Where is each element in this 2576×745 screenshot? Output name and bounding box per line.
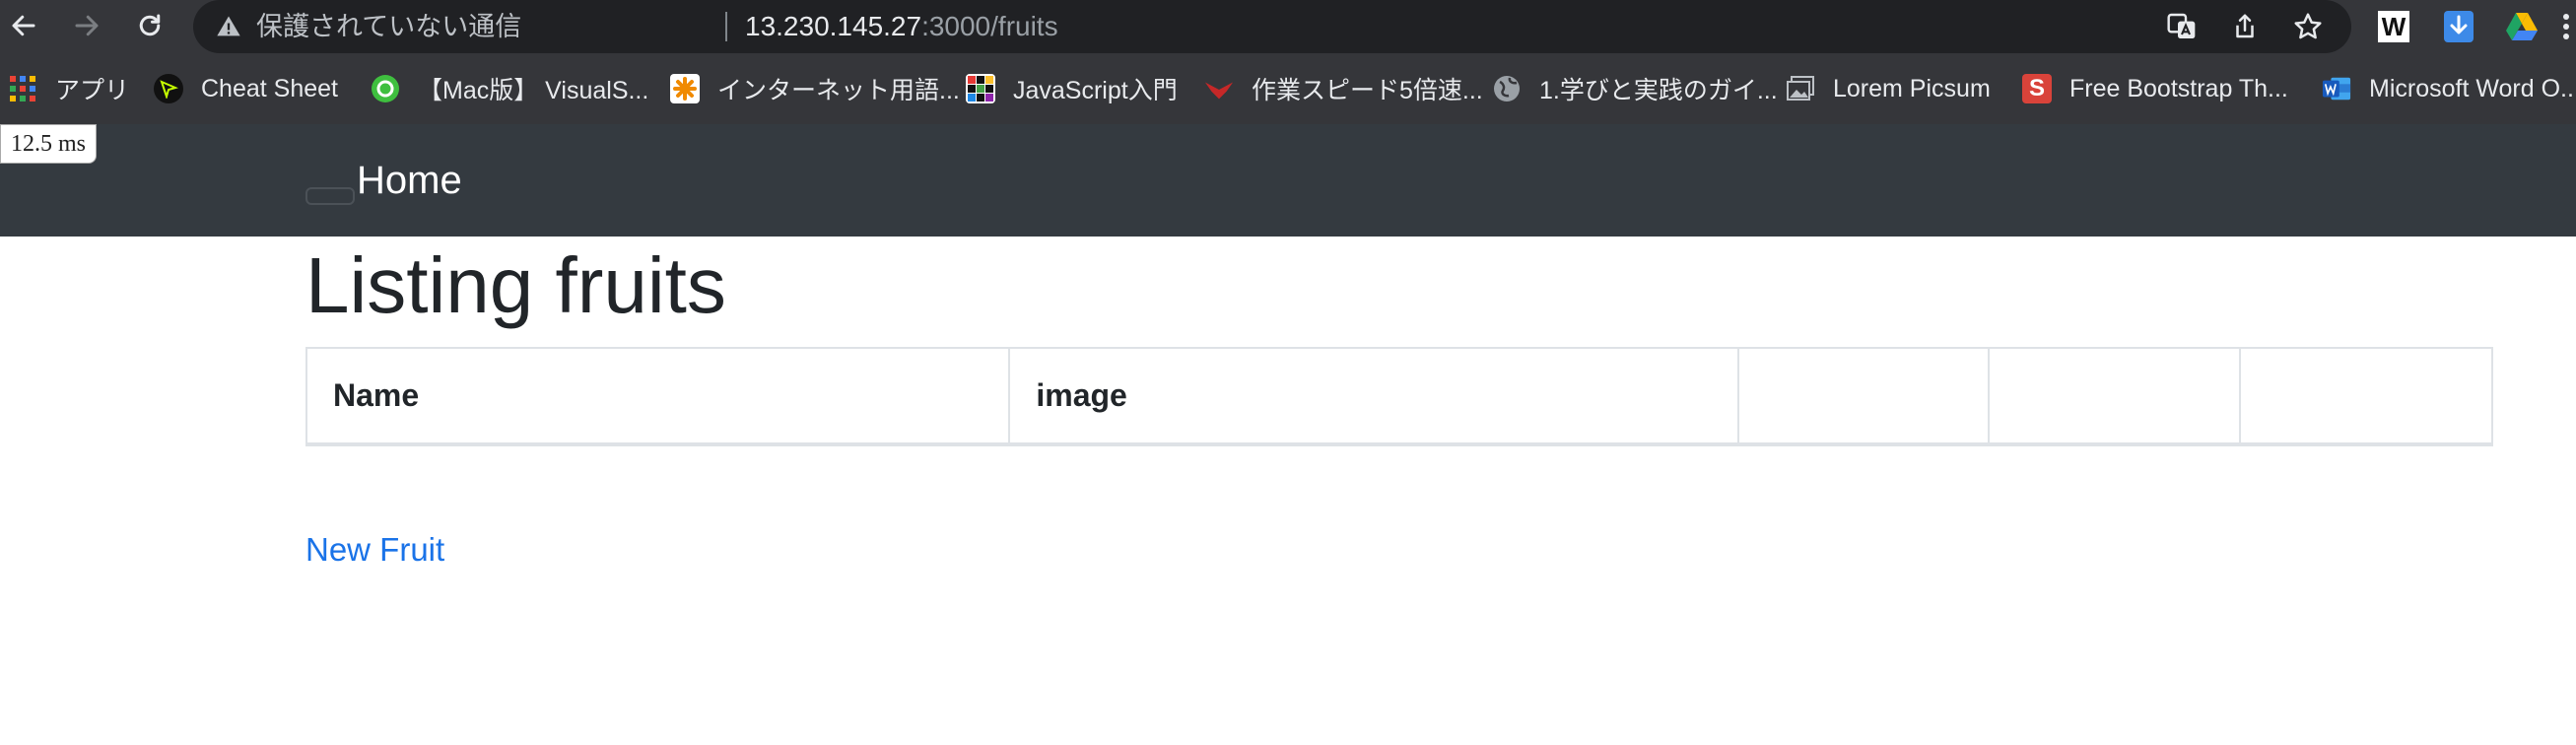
word-icon [2322,74,2351,103]
new-fruit-link[interactable]: New Fruit [305,528,444,572]
bookmark-work-speed[interactable]: 作業スピード5倍速... [1204,53,1483,124]
google-drive-icon [2506,13,2538,40]
arrow-right-icon [75,15,99,36]
extension-drive-button[interactable] [2503,8,2541,45]
bookmark-label: アプリ [55,77,130,104]
security-status: 保護されていない通信 [256,12,522,41]
bookmark-microsoft-word[interactable]: Microsoft Word O... [2322,53,2576,124]
bookmark-star-button[interactable] [2288,7,2328,46]
omnibox-divider [725,12,727,41]
translate-icon [2167,13,2196,38]
page-title: Listing fruits [305,241,726,329]
red-bird-icon [1204,74,1234,103]
bookmark-label: インターネット用語... [717,77,960,104]
address-bar[interactable]: 保護されていない通信 13.230.145.27:3000/fruits [193,0,2351,53]
browser-menu-button[interactable] [2556,8,2576,45]
extension-download-button[interactable] [2440,8,2477,45]
s-logo-icon: S [2022,74,2052,103]
table-header-row: Name image [305,347,2493,446]
download-arrow-icon [2444,11,2474,42]
picture-icon [1786,74,1815,103]
bookmark-apps[interactable]: アプリ [8,53,129,124]
orange-asterisk-icon [670,74,700,103]
bookmark-label: Lorem Picsum [1833,74,1991,102]
column-header-empty [1988,347,2242,446]
column-header-empty [2239,347,2493,446]
warning-icon [217,16,240,36]
pixel-grid-icon [966,74,995,103]
navbar-toggler-button[interactable] [305,187,355,205]
bookmark-label: Microsoft Word O... [2369,74,2576,102]
reload-icon [139,14,161,36]
navbar-brand-home[interactable]: Home [357,124,462,237]
bookmark-cheat-sheet[interactable]: Cheat Sheet [154,53,338,124]
app-navbar: Home [0,124,2576,237]
column-header-image: image [1008,347,1739,446]
bookmark-free-bootstrap[interactable]: S Free Bootstrap Th... [2022,53,2288,124]
arrow-left-icon [12,15,35,36]
column-header-name: Name [305,347,1011,446]
translate-button[interactable] [2162,7,2202,46]
fruits-table: Name image [305,347,2493,446]
apps-grid-icon [8,74,37,103]
request-timer-badge: 12.5 ms [0,124,97,164]
bookmark-visual-studio-mac[interactable]: 【Mac版】 VisualS... [371,53,648,124]
bookmark-label: JavaScript入門 [1013,77,1178,104]
bookmarks-bar: アプリ Cheat Sheet 【Mac版】 VisualS... インターネッ… [0,53,2576,125]
bookmark-label: Cheat Sheet [201,74,338,102]
star-icon [2294,13,2322,39]
cheat-sheet-icon [154,74,183,103]
share-button[interactable] [2225,7,2265,46]
reload-button[interactable] [130,6,169,45]
url-path: :3000/fruits [921,11,1058,41]
bookmark-lorem-picsum[interactable]: Lorem Picsum [1786,53,1991,124]
url-host: 13.230.145.27 [745,11,922,41]
url-text: 13.230.145.27:3000/fruits [745,0,1058,53]
back-button[interactable] [4,6,43,45]
bookmark-label: Free Bootstrap Th... [2069,74,2288,102]
share-icon [2236,14,2254,38]
bookmark-learning-guide[interactable]: 1.学びと実践のガイ... [1492,53,1778,124]
bookmark-javascript-intro[interactable]: JavaScript入門 [966,53,1178,124]
globe-icon [1492,74,1522,103]
circle-logo-icon [371,74,400,103]
forward-button[interactable] [67,6,106,45]
more-vert-icon [2563,14,2569,39]
extension-w-button[interactable]: W [2375,8,2412,45]
bookmark-internet-terms[interactable]: インターネット用語... [670,53,960,124]
bookmark-label: 1.学びと実践のガイ... [1539,77,1778,104]
bookmark-label: 作業スピード5倍速... [1252,77,1483,104]
w-letter-icon: W [2378,11,2409,42]
bookmark-label: 【Mac版】 VisualS... [418,77,649,104]
browser-toolbar: 保護されていない通信 13.230.145.27:3000/fruits W [0,0,2576,53]
column-header-empty [1736,347,1991,446]
